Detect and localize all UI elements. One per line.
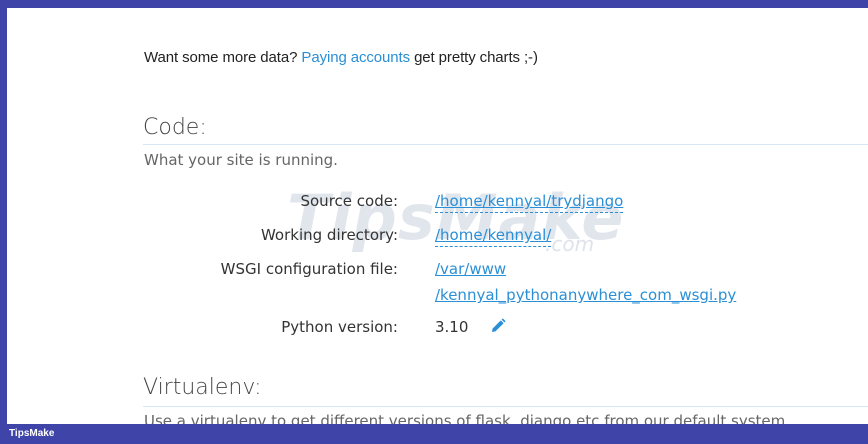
code-section-subtitle: What your site is running. — [144, 151, 338, 169]
upgrade-promo: Want some more data? Paying accounts get… — [144, 49, 538, 66]
watermark-dotcom: .com — [545, 232, 595, 256]
promo-prefix: Want some more data? — [144, 49, 302, 66]
page-content: Want some more data? Paying accounts get… — [7, 8, 868, 424]
working-directory-label: Working directory: — [260, 226, 398, 244]
working-directory-link[interactable]: /home/kennyal/ — [435, 226, 552, 247]
footer-bar: TipsMake — [0, 424, 868, 444]
python-version-label: Python version: — [281, 318, 398, 336]
wsgi-config-link-line1[interactable]: /var/www — [435, 260, 506, 278]
code-section-title: Code: — [143, 115, 207, 140]
promo-suffix: get pretty charts ;-) — [410, 49, 538, 66]
wsgi-config-label: WSGI configuration file: — [220, 260, 398, 278]
virtualenv-section-title: Virtualenv: — [143, 375, 262, 400]
code-section-divider — [143, 144, 868, 145]
source-code-label: Source code: — [300, 192, 398, 210]
wsgi-config-link-line2[interactable]: /kennyal_pythonanywhere_com_wsgi.py — [435, 286, 736, 304]
edit-pencil-icon[interactable] — [489, 317, 507, 335]
virtualenv-description: Use a virtualenv to get different versio… — [144, 412, 786, 424]
virtualenv-section-divider — [143, 406, 868, 407]
paying-accounts-link[interactable]: Paying accounts — [301, 49, 410, 66]
source-code-link[interactable]: /home/kennyal/trydjango — [435, 192, 624, 213]
python-version-value: 3.10 — [435, 318, 469, 336]
footer-brand: TipsMake — [9, 428, 55, 439]
